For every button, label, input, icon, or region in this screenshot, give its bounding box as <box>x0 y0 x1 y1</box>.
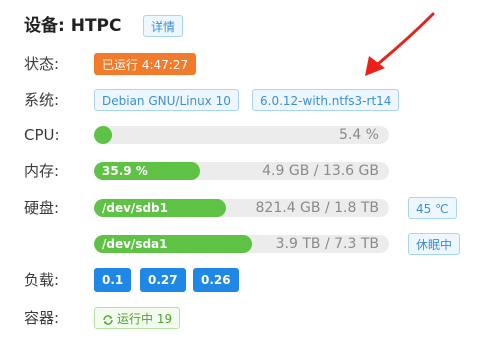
disk-row-sdb1: 硬盘: /dev/sdb1 821.4 GB / 1.8 TB 45 ℃ <box>24 194 480 222</box>
disk-sdb1-progress-fill: /dev/sdb1 <box>94 199 226 217</box>
device-name: HTPC <box>70 16 122 36</box>
memory-row: 内存: 35.9 % 4.9 GB / 13.6 GB <box>24 157 480 185</box>
containers-row: 容器: 运行中 19 <box>24 304 480 332</box>
disk-sdb1-value: 821.4 GB / 1.8 TB <box>255 200 379 216</box>
sync-icon <box>103 314 113 325</box>
os-badge: Debian GNU/Linux 10 <box>94 89 239 111</box>
cpu-row: CPU: 5.4 % <box>24 121 480 149</box>
disk-sda1-name: /dev/sda1 <box>102 237 168 251</box>
load-5min-badge: 0.27 <box>140 268 186 292</box>
status-label: 状态: <box>24 55 60 73</box>
disk-sda1-progress-bar: /dev/sda1 3.9 TB / 7.3 TB <box>94 235 389 253</box>
load-row: 负载: 0.1 0.27 0.26 <box>24 266 480 294</box>
memory-label: 内存: <box>24 162 60 180</box>
cpu-progress-fill <box>94 126 112 144</box>
memory-value: 4.9 GB / 13.6 GB <box>262 163 379 179</box>
device-label: 设备: <box>24 16 65 36</box>
cpu-label: CPU: <box>24 126 60 144</box>
details-button[interactable]: 详情 <box>143 15 184 37</box>
system-row: 系统: Debian GNU/Linux 10 6.0.12-with.ntfs… <box>24 86 480 114</box>
disk-row-sda1: /dev/sda1 3.9 TB / 7.3 TB 休眠中 <box>24 230 480 258</box>
containers-running-text: 运行中 19 <box>117 312 173 326</box>
cpu-progress-bar: 5.4 % <box>94 126 389 144</box>
system-label: 系统: <box>24 91 60 109</box>
load-15min-badge: 0.26 <box>193 268 239 292</box>
disk-sda1-progress-fill: /dev/sda1 <box>94 235 252 253</box>
disk-sdb1-temperature-badge: 45 ℃ <box>408 197 457 219</box>
memory-progress-fill: 35.9 % <box>94 162 200 180</box>
disk-sda1-value: 3.9 TB / 7.3 TB <box>275 236 379 252</box>
disk-sdb1-name: /dev/sdb1 <box>102 201 168 215</box>
load-label: 负载: <box>24 271 60 289</box>
uptime-badge: 已运行 4:47:27 <box>94 53 197 75</box>
containers-label: 容器: <box>24 309 60 327</box>
load-1min-badge: 0.1 <box>94 268 132 292</box>
disk-label: 硬盘: <box>24 199 60 217</box>
cpu-value: 5.4 % <box>338 127 379 143</box>
disk-sda1-sleep-badge: 休眠中 <box>408 233 461 255</box>
containers-running-badge[interactable]: 运行中 19 <box>94 307 181 329</box>
memory-percent: 35.9 % <box>102 164 148 178</box>
memory-progress-bar: 35.9 % 4.9 GB / 13.6 GB <box>94 162 389 180</box>
status-row: 状态: 已运行 4:47:27 <box>24 50 480 78</box>
disk-sdb1-progress-bar: /dev/sdb1 821.4 GB / 1.8 TB <box>94 199 389 217</box>
device-title: 设备: HTPC <box>24 12 122 40</box>
kernel-badge: 6.0.12-with.ntfs3-rt14 <box>252 89 400 111</box>
